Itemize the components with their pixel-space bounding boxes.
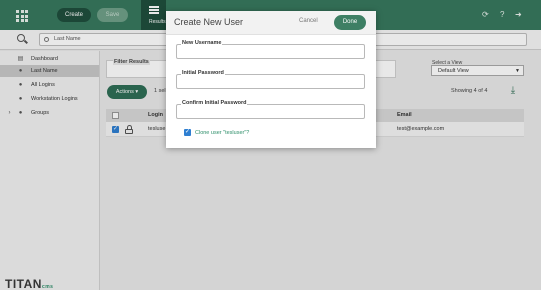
new-username-field[interactable]: [176, 44, 365, 59]
confirm-password-label: Confirm Initial Password: [181, 100, 248, 106]
clone-user-checkbox[interactable]: ✓: [184, 129, 191, 136]
create-user-dialog: Create New User Cancel Done New Username…: [166, 11, 376, 148]
clone-user-label[interactable]: Clone user "tesluser"?: [195, 130, 249, 136]
initial-password-label: Initial Password: [181, 70, 225, 76]
cancel-button[interactable]: Cancel: [299, 18, 318, 24]
confirm-password-field[interactable]: [176, 104, 365, 119]
new-username-label: New Username: [181, 40, 223, 46]
dialog-header: Create New User Cancel Done: [166, 11, 376, 35]
done-button[interactable]: Done: [334, 15, 366, 30]
initial-password-field[interactable]: [176, 74, 365, 89]
dialog-title: Create New User: [174, 17, 244, 27]
